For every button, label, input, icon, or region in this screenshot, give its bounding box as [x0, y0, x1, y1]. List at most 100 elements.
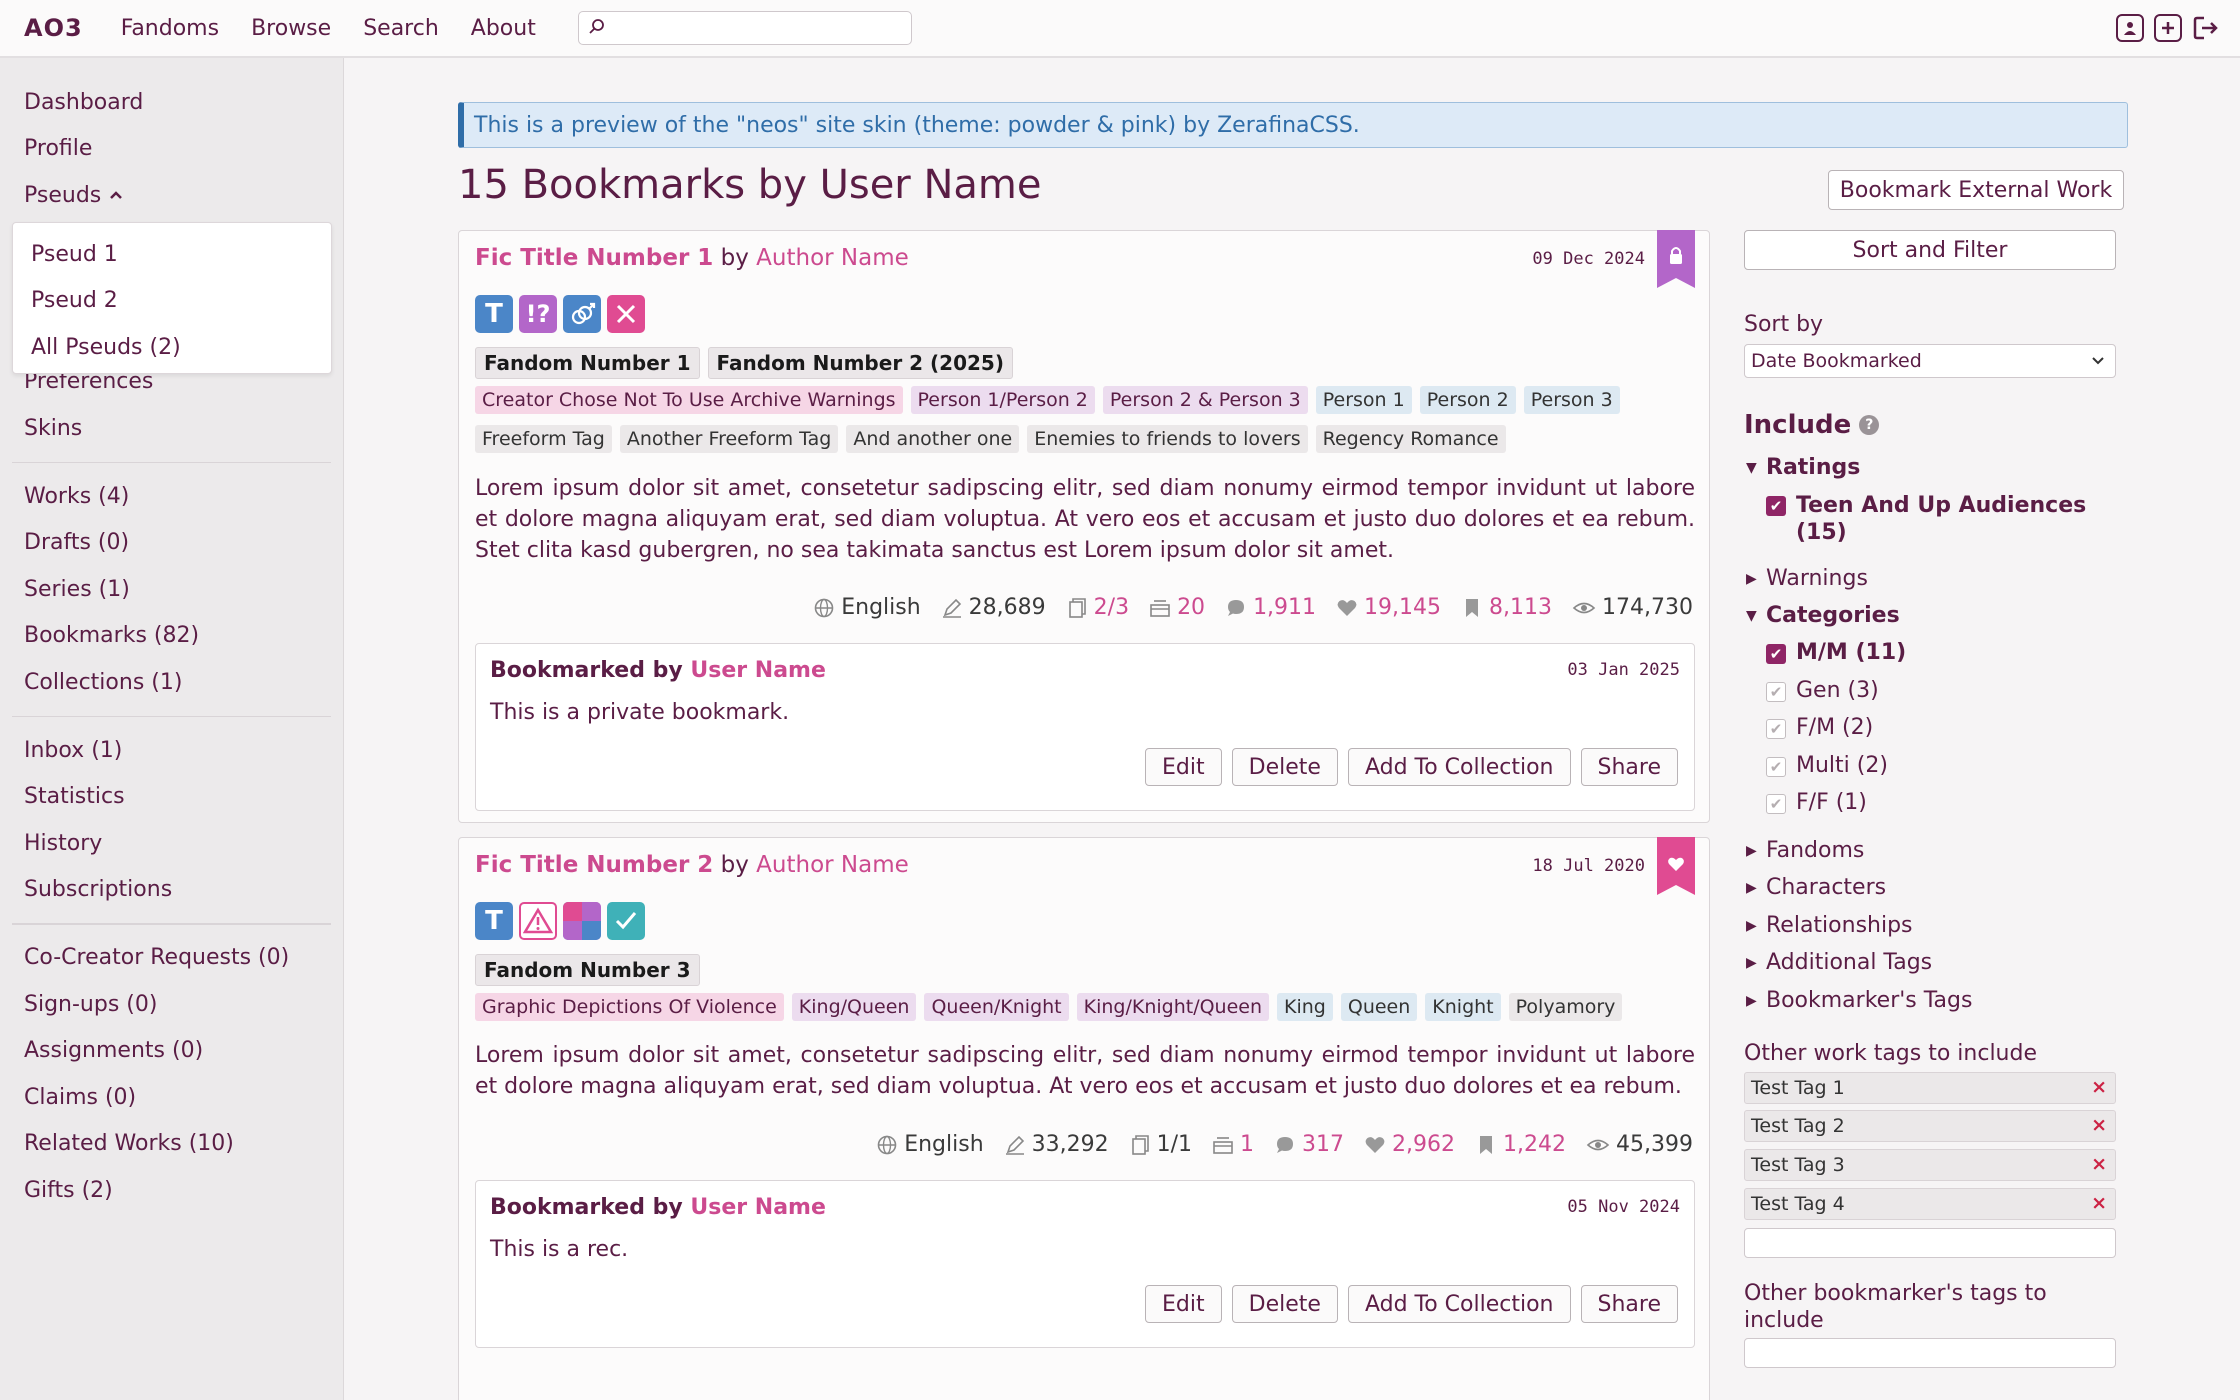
nav-link-about[interactable]: About: [471, 16, 536, 41]
stat-value[interactable]: 19,145: [1364, 595, 1441, 620]
relationship-tag[interactable]: Queen/Knight: [924, 993, 1069, 1021]
bookmarker-link[interactable]: User Name: [690, 658, 826, 683]
other-work-tags-input[interactable]: [1744, 1228, 2116, 1258]
filter-section-relationships[interactable]: ▶ Relationships: [1746, 913, 1913, 938]
fandom-tag[interactable]: Fandom Number 2 (2025): [707, 347, 1013, 379]
user-profile-icon[interactable]: [2116, 14, 2144, 42]
freeform-tag[interactable]: And another one: [846, 425, 1020, 453]
character-tag[interactable]: Queen: [1340, 993, 1418, 1021]
sidebar-item-collections[interactable]: Collections (1): [12, 659, 331, 706]
stat-value[interactable]: 2/3: [1094, 595, 1129, 620]
relationship-tag[interactable]: Person 1/Person 2: [910, 386, 1095, 414]
log-out-icon[interactable]: [2192, 14, 2220, 42]
work-author-link[interactable]: Author Name: [756, 245, 909, 271]
filter-section-warnings[interactable]: ▶ Warnings: [1746, 566, 1868, 591]
filter-section-bookmarkers-tags[interactable]: ▶ Bookmarker's Tags: [1746, 988, 1972, 1013]
sidebar-item-series[interactable]: Series (1): [12, 566, 331, 613]
nav-link-search[interactable]: Search: [363, 16, 439, 41]
sidebar-item-statistics[interactable]: Statistics: [12, 774, 331, 821]
sidebar-item-works[interactable]: Works (4): [12, 473, 331, 520]
sidebar-item-claims[interactable]: Claims (0): [12, 1074, 331, 1121]
filter-option-mm[interactable]: ✔ M/M (11): [1766, 640, 1906, 665]
work-title-link[interactable]: Fic Title Number 2: [475, 852, 713, 878]
sidebar-item-signups[interactable]: Sign-ups (0): [12, 981, 331, 1028]
post-new-icon[interactable]: [2154, 14, 2182, 42]
checkbox-unchecked-icon[interactable]: ✔: [1766, 719, 1786, 739]
filter-section-characters[interactable]: ▶ Characters: [1746, 875, 1886, 900]
filter-option-fm[interactable]: ✔ F/M (2): [1766, 715, 1873, 740]
stat-value[interactable]: 20: [1177, 595, 1205, 620]
filter-section-additional-tags[interactable]: ▶ Additional Tags: [1746, 950, 1932, 975]
add-to-collection-button[interactable]: Add To Collection: [1347, 748, 1571, 786]
edit-bookmark-button[interactable]: Edit: [1145, 1285, 1222, 1323]
sidebar-item-related-works[interactable]: Related Works (10): [12, 1121, 331, 1168]
help-icon[interactable]: ?: [1859, 415, 1880, 435]
character-tag[interactable]: King: [1277, 993, 1333, 1021]
stat-value[interactable]: 1,911: [1253, 595, 1316, 620]
relationship-tag[interactable]: King/Knight/Queen: [1076, 993, 1270, 1021]
freeform-tag[interactable]: Another Freeform Tag: [619, 425, 839, 453]
sidebar-item-cocreator-requests[interactable]: Co-Creator Requests (0): [12, 935, 331, 982]
freeform-tag[interactable]: Regency Romance: [1315, 425, 1506, 453]
stat-value[interactable]: 317: [1302, 1132, 1344, 1157]
pseud-menu-item[interactable]: Pseud 1: [13, 231, 331, 278]
fandom-tag[interactable]: Fandom Number 3: [475, 954, 700, 986]
sidebar-item-subscriptions[interactable]: Subscriptions: [12, 867, 331, 914]
freeform-tag[interactable]: Polyamory: [1508, 993, 1623, 1021]
relationship-tag[interactable]: King/Queen: [791, 993, 917, 1021]
bookmark-external-work-button[interactable]: Bookmark External Work: [1828, 170, 2124, 210]
delete-bookmark-button[interactable]: Delete: [1231, 1285, 1338, 1323]
filter-option-multi[interactable]: ✔ Multi (2): [1766, 753, 1888, 778]
nav-link-fandoms[interactable]: Fandoms: [121, 16, 219, 41]
relationship-tag[interactable]: Person 2 & Person 3: [1102, 386, 1308, 414]
pseud-menu-item[interactable]: Pseud 2: [13, 278, 331, 325]
filter-section-fandoms[interactable]: ▶ Fandoms: [1746, 838, 1864, 863]
sort-by-select[interactable]: Date Bookmarked: [1744, 344, 2116, 378]
pseud-menu-item-all[interactable]: All Pseuds (2): [13, 324, 331, 371]
share-button[interactable]: Share: [1580, 748, 1678, 786]
remove-tag-icon[interactable]: ×: [2091, 1114, 2107, 1136]
checkbox-unchecked-icon[interactable]: ✔: [1766, 794, 1786, 814]
filter-section-categories[interactable]: ▼ Categories: [1746, 603, 1900, 628]
sidebar-item-profile[interactable]: Profile: [12, 126, 331, 173]
work-title-link[interactable]: Fic Title Number 1: [475, 245, 713, 271]
delete-bookmark-button[interactable]: Delete: [1231, 748, 1338, 786]
freeform-tag[interactable]: Enemies to friends to lovers: [1027, 425, 1308, 453]
sidebar-item-skins[interactable]: Skins: [12, 405, 331, 452]
filter-option-ff[interactable]: ✔ F/F (1): [1766, 790, 1867, 815]
character-tag[interactable]: Person 1: [1315, 386, 1412, 414]
sort-and-filter-button[interactable]: Sort and Filter: [1744, 230, 2116, 270]
remove-tag-icon[interactable]: ×: [2091, 1153, 2107, 1175]
warning-tag[interactable]: Creator Chose Not To Use Archive Warning…: [475, 386, 903, 414]
stat-value[interactable]: 1,242: [1503, 1132, 1566, 1157]
filter-option-gen[interactable]: ✔ Gen (3): [1766, 678, 1879, 703]
site-logo[interactable]: AO3: [24, 14, 83, 42]
sidebar-item-drafts[interactable]: Drafts (0): [12, 520, 331, 567]
stat-value[interactable]: 1: [1240, 1132, 1254, 1157]
nav-link-browse[interactable]: Browse: [251, 16, 331, 41]
stat-value[interactable]: 2,962: [1392, 1132, 1455, 1157]
work-author-link[interactable]: Author Name: [756, 852, 909, 878]
checkbox-checked-icon[interactable]: ✔: [1766, 644, 1786, 664]
other-bookmarker-tags-input[interactable]: [1744, 1338, 2116, 1368]
add-to-collection-button[interactable]: Add To Collection: [1347, 1285, 1571, 1323]
fandom-tag[interactable]: Fandom Number 1: [475, 347, 700, 379]
remove-tag-icon[interactable]: ×: [2091, 1192, 2107, 1214]
edit-bookmark-button[interactable]: Edit: [1145, 748, 1222, 786]
sidebar-item-gifts[interactable]: Gifts (2): [12, 1167, 331, 1214]
checkbox-unchecked-icon[interactable]: ✔: [1766, 757, 1786, 777]
sidebar-item-pseuds[interactable]: Pseuds: [12, 172, 331, 219]
warning-tag[interactable]: Graphic Depictions Of Violence: [475, 993, 784, 1021]
character-tag[interactable]: Knight: [1425, 993, 1501, 1021]
sidebar-item-bookmarks[interactable]: Bookmarks (82): [12, 613, 331, 660]
sidebar-item-assignments[interactable]: Assignments (0): [12, 1028, 331, 1075]
share-button[interactable]: Share: [1580, 1285, 1678, 1323]
stat-value[interactable]: 8,113: [1489, 595, 1552, 620]
bookmarker-link[interactable]: User Name: [690, 1195, 826, 1220]
character-tag[interactable]: Person 3: [1523, 386, 1620, 414]
filter-section-ratings[interactable]: ▼ Ratings: [1746, 455, 1860, 480]
filter-option-teen[interactable]: ✔ Teen And Up Audiences (15): [1766, 492, 2086, 546]
sidebar-item-inbox[interactable]: Inbox (1): [12, 727, 331, 774]
remove-tag-icon[interactable]: ×: [2091, 1076, 2107, 1098]
sidebar-item-history[interactable]: History: [12, 820, 331, 867]
